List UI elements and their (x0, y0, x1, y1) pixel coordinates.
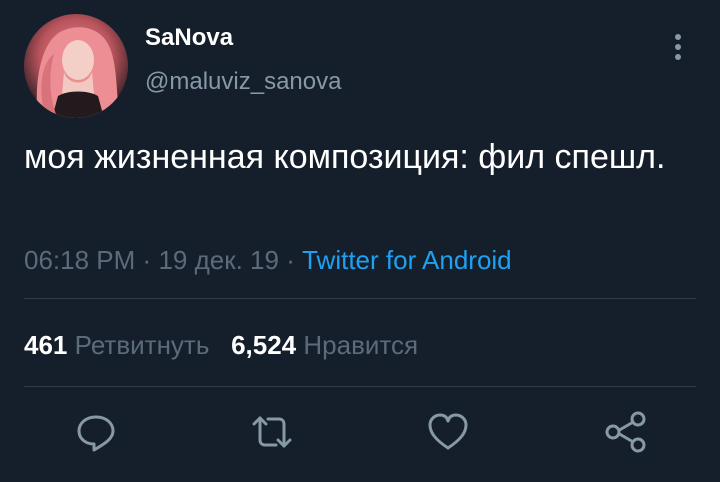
reply-icon (77, 415, 115, 452)
divider (24, 386, 696, 387)
display-name[interactable]: SaNova (145, 24, 233, 52)
tweet-actions (0, 410, 720, 460)
tweet-stats: 461 Ретвитнуть 6,524 Нравится (24, 330, 418, 361)
reply-button[interactable] (74, 410, 118, 454)
avatar[interactable] (24, 14, 128, 118)
likes-count: 6,524 (231, 330, 297, 360)
retweets-count: 461 (24, 330, 68, 360)
like-button[interactable] (426, 410, 470, 454)
tweet-source-link[interactable]: Twitter for Android (302, 245, 512, 275)
meta-separator: · (142, 245, 152, 275)
heart-icon (428, 413, 468, 450)
tweet-text: моя жизненная композиция: фил спешл. (24, 138, 666, 176)
retweets-stat[interactable]: 461 Ретвитнуть (24, 330, 217, 360)
likes-label: Нравится (303, 330, 419, 360)
likes-stat[interactable]: 6,524 Нравится (231, 330, 418, 360)
meta-separator: · (286, 245, 295, 275)
share-icon (605, 411, 646, 453)
user-handle[interactable]: @maluviz_sanova (145, 68, 341, 96)
divider (24, 298, 696, 299)
share-button[interactable] (604, 410, 648, 454)
tweet-meta: 06:18 PM · 19 дек. 19 · Twitter for Andr… (24, 245, 512, 276)
avatar-image (36, 27, 120, 118)
tweet-time: 06:18 PM (24, 245, 136, 275)
retweet-button[interactable] (250, 410, 294, 454)
tweet-date: 19 дек. 19 (158, 245, 279, 275)
retweet-icon (252, 416, 292, 448)
more-vertical-icon[interactable] (668, 32, 688, 62)
retweets-label: Ретвитнуть (74, 330, 210, 360)
